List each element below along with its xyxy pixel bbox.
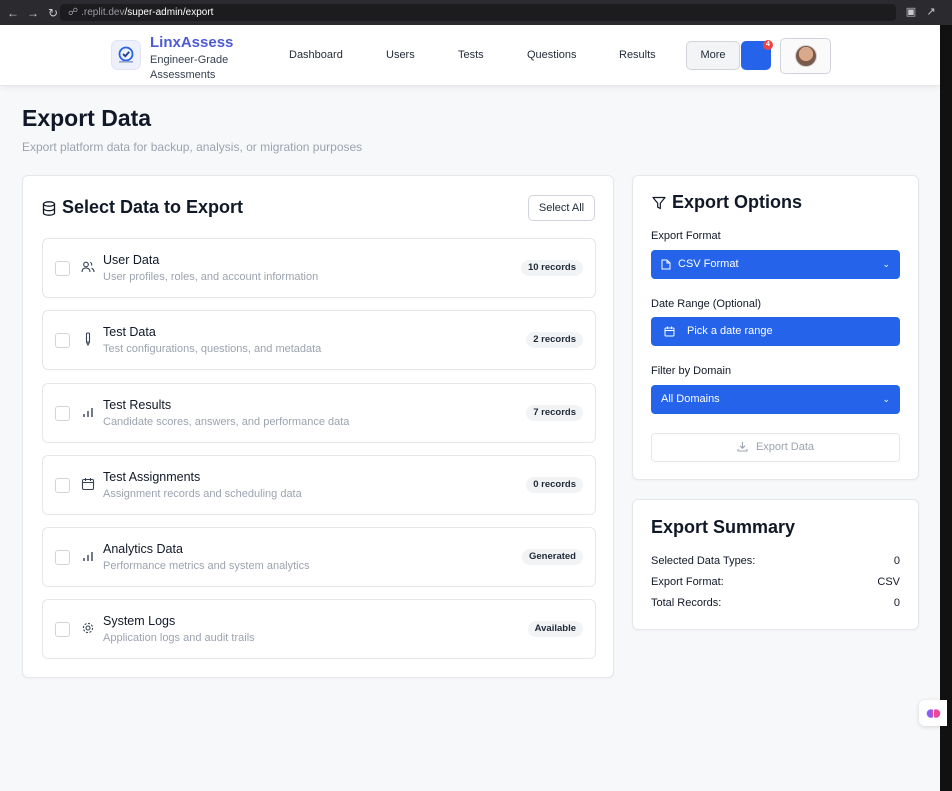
data-type-row-assignments[interactable]: Test Assignments Assignment records and … [42,455,596,515]
calendar-icon [664,326,675,337]
summary-label: Selected Data Types: [651,555,756,567]
logo[interactable] [111,40,141,70]
assistant-button[interactable] [919,700,947,726]
data-type-desc: Application logs and audit trails [103,632,255,644]
data-type-row-results[interactable]: Test Results Candidate scores, answers, … [42,383,596,443]
export-data-button[interactable]: Export Data [651,433,900,462]
summary-label: Total Records: [651,597,722,609]
brain-icon [926,708,940,718]
data-type-row-logs[interactable]: System Logs Application logs and audit t… [42,599,596,659]
record-count-badge: 10 records [520,260,583,276]
checkbox[interactable] [55,261,70,276]
page-subtitle: Export platform data for backup, analysi… [22,140,363,154]
domain-select[interactable]: All Domains ⌄ [651,385,900,414]
users-icon [81,261,95,273]
page-title: Export Data [22,105,152,131]
nav-tests[interactable]: Tests [458,49,484,61]
checkbox[interactable] [55,333,70,348]
nav-users[interactable]: Users [386,49,415,61]
summary-value: CSV [877,576,900,588]
domain-filter-label: Filter by Domain [651,365,732,377]
checkbox[interactable] [55,622,70,637]
date-range-placeholder: Pick a date range [687,325,773,337]
app-header: LinxAssess Engineer-Grade Assessments Da… [0,25,940,86]
domain-value: All Domains [661,393,720,405]
data-type-desc: Candidate scores, answers, and performan… [103,416,350,428]
format-value: CSV Format [678,258,739,270]
summary-row-format: Export Format: CSV [651,576,900,588]
data-type-desc: Test configurations, questions, and meta… [103,343,322,355]
summary-title: Export Summary [651,517,796,537]
data-type-desc: Assignment records and scheduling data [103,488,302,500]
pencil-icon [85,332,91,346]
chevron-down-icon: ⌄ [882,259,890,269]
nav-results[interactable]: Results [619,49,656,61]
calendar-icon [81,478,95,491]
brand-tagline: Engineer-Grade Assessments [150,54,229,81]
brand-name[interactable]: LinxAssess [150,34,233,51]
bar-chart-icon [83,408,93,417]
select-all-button[interactable]: Select All [528,195,595,221]
data-type-row-users[interactable]: User Data User profiles, roles, and acco… [42,238,596,298]
export-options-panel: Export Options Export Format CSV Format … [632,175,919,480]
options-panel-title: Export Options [672,192,802,212]
date-range-picker[interactable]: Pick a date range [651,317,900,346]
database-icon [42,201,56,216]
open-external-icon[interactable]: ↗ [924,5,938,19]
export-button-label: Export Data [755,441,815,453]
select-panel-title: Select Data to Export [62,197,244,217]
status-badge: Generated [522,549,583,565]
profile-button[interactable] [780,38,831,74]
data-type-name: Analytics Data [103,542,183,556]
export-summary-panel: Export Summary Selected Data Types: 0 Ex… [632,499,919,630]
more-button[interactable]: More [686,41,740,70]
file-icon [661,259,671,270]
address-bar[interactable]: ☍ .replit.dev/super-admin/export [60,4,896,21]
avatar [794,45,817,67]
data-type-name: Test Results [103,398,172,412]
bar-chart-icon [83,552,93,561]
checkbox[interactable] [55,406,70,421]
filter-icon [652,196,666,210]
back-icon[interactable]: ← [6,6,20,20]
data-type-name: User Data [103,253,160,267]
notification-badge: 4 [763,40,773,50]
record-count-badge: 0 records [526,477,583,493]
format-select[interactable]: CSV Format ⌄ [651,250,900,279]
record-count-badge: 7 records [526,405,583,421]
reload-icon[interactable]: ↻ [46,6,60,20]
status-badge: Available [527,621,583,637]
window-edge [940,25,952,791]
link-icon: ☍ [68,7,79,18]
checkbox[interactable] [55,550,70,565]
forward-icon[interactable]: → [26,6,40,20]
url-path: /super-admin/export [124,7,214,18]
date-range-label: Date Range (Optional) [651,298,762,310]
data-type-name: Test Assignments [103,470,201,484]
summary-value: 0 [893,597,900,609]
data-type-desc: User profiles, roles, and account inform… [103,271,319,283]
nav-dashboard[interactable]: Dashboard [289,49,343,61]
url-domain: .replit.dev [81,7,125,18]
format-label: Export Format [651,230,721,242]
check-badge-icon [118,46,134,63]
data-type-desc: Performance metrics and system analytics [103,560,310,572]
chevron-down-icon: ⌄ [882,394,890,404]
summary-row-total: Total Records: 0 [651,597,900,609]
data-type-name: System Logs [103,614,176,628]
record-count-badge: 2 records [526,332,583,348]
data-type-row-analytics[interactable]: Analytics Data Performance metrics and s… [42,527,596,587]
data-type-row-tests[interactable]: Test Data Test configurations, questions… [42,310,596,370]
gear-icon [82,622,94,634]
summary-value: 0 [893,555,900,567]
select-data-panel: Select Data to Export Select All User Da… [22,175,614,678]
data-type-name: Test Data [103,325,156,339]
checkbox[interactable] [55,478,70,493]
browser-toolbar: ← → ↻ ☍ .replit.dev/super-admin/export ▣ … [0,0,952,25]
summary-row-selected: Selected Data Types: 0 [651,555,900,567]
summary-label: Export Format: [651,576,724,588]
nav-questions[interactable]: Questions [527,49,577,61]
cast-icon[interactable]: ▣ [904,5,918,19]
download-icon [737,442,748,452]
